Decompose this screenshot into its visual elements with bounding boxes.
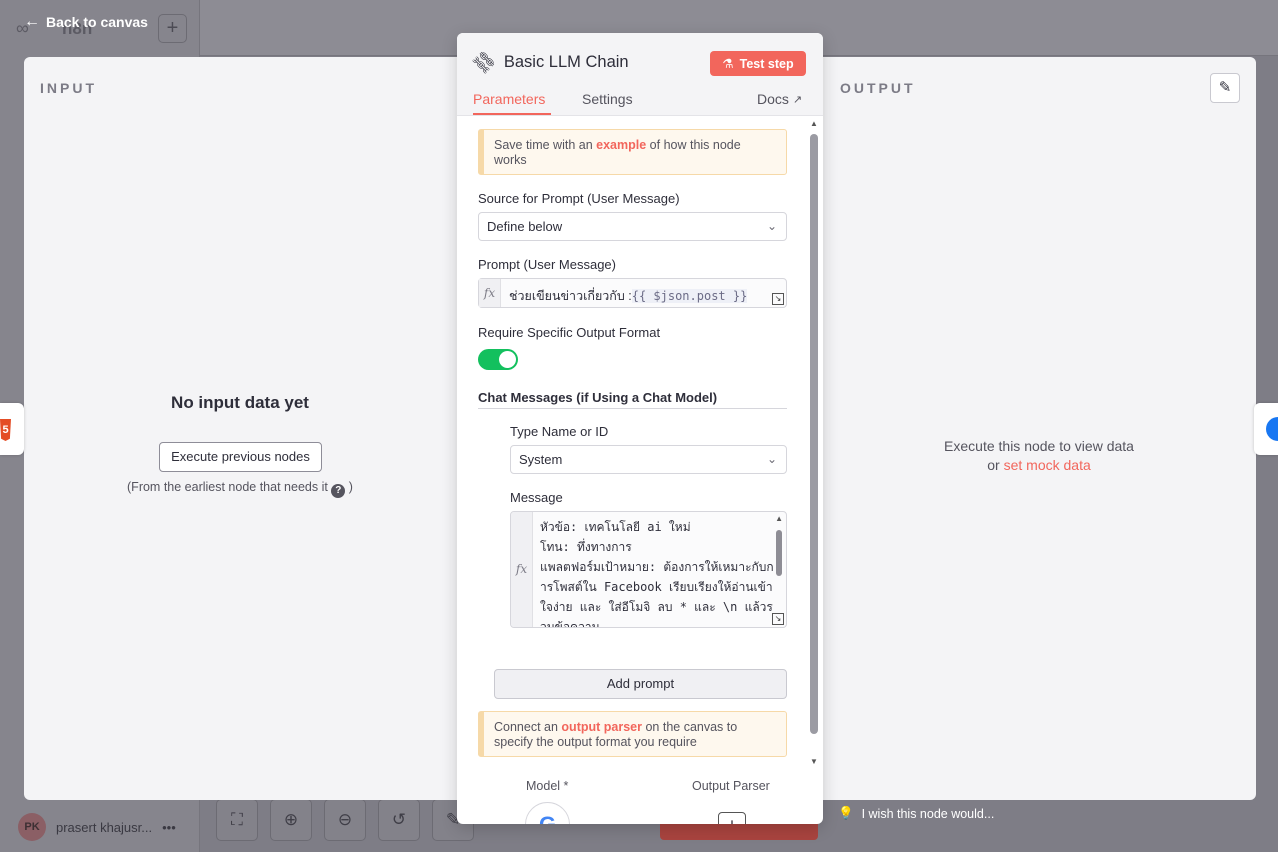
tab-settings[interactable]: Settings	[582, 91, 633, 107]
source-prompt-value: Define below	[487, 219, 563, 234]
edit-output-button[interactable]: ✎	[1210, 73, 1240, 103]
input-pane-title: INPUT	[40, 80, 97, 96]
earliest-node-hint: (From the earliest node that needs it ? …	[24, 480, 456, 498]
panel-scrollbar[interactable]	[810, 134, 818, 734]
prompt-expression-code: {{ $json.post }}	[631, 289, 748, 303]
test-step-button[interactable]: ⚗ Test step	[710, 51, 806, 76]
notice-text-before: Save time with an	[494, 138, 593, 152]
chevron-down-icon: ⌄	[766, 219, 777, 233]
user-name: prasert khajusr...	[56, 819, 153, 835]
node-title-text[interactable]: Basic LLM Chain	[504, 53, 629, 72]
scroll-down-arrow-icon[interactable]: ▼	[809, 757, 819, 766]
node-parameters-panel: ⛓ Basic LLM Chain ⚗ Test step Parameters…	[457, 33, 823, 824]
feedback-link[interactable]: 💡 I wish this node would...	[838, 806, 994, 821]
fx-icon: fx	[511, 512, 533, 627]
earliest-node-hint-text: (From the earliest node that needs it	[127, 480, 328, 494]
facebook-node-icon	[1266, 417, 1278, 441]
tab-parameters[interactable]: Parameters	[473, 91, 545, 107]
prompt-label: Prompt (User Message)	[478, 257, 616, 272]
message-label: Message	[510, 490, 563, 505]
output-hint-line2: or set mock data	[839, 456, 1239, 475]
lightbulb-icon: 💡	[838, 806, 854, 820]
message-scrollbar[interactable]	[776, 530, 782, 576]
avatar: PK	[18, 813, 46, 841]
toggle-knob	[499, 351, 516, 368]
source-prompt-label: Source for Prompt (User Message)	[478, 191, 680, 206]
output-parser-connection-label: Output Parser	[692, 779, 770, 793]
notice-text-before: Connect an	[494, 720, 558, 734]
panel-header: ⛓ Basic LLM Chain ⚗ Test step Parameters…	[457, 33, 823, 116]
node-title: ⛓ Basic LLM Chain	[469, 47, 629, 77]
add-workflow-button: +	[158, 14, 187, 43]
set-mock-data-link[interactable]: set mock data	[1004, 457, 1091, 473]
output-hint-or: or	[987, 457, 1000, 473]
fx-icon: fx	[479, 279, 501, 307]
output-empty-hint: Execute this node to view data or set mo…	[839, 437, 1239, 475]
active-tab-underline	[473, 113, 551, 115]
help-icon[interactable]: ?	[331, 484, 346, 498]
tab-docs[interactable]: Docs ↗	[757, 91, 802, 107]
zoom-out-icon: ⊖	[324, 799, 366, 841]
output-hint-line: Execute this node to view data	[944, 438, 1134, 454]
type-name-value: System	[519, 452, 563, 467]
chain-link-icon: ⛓	[468, 46, 500, 78]
back-to-canvas-link[interactable]: ← Back to canvas	[24, 13, 148, 31]
chat-messages-label: Chat Messages (if Using a Chat Model)	[478, 390, 718, 405]
google-icon: G	[539, 812, 556, 824]
scroll-up-arrow-icon[interactable]: ▲	[809, 119, 819, 128]
back-to-canvas-label: Back to canvas	[46, 14, 148, 30]
output-pane-title: OUTPUT	[840, 80, 916, 96]
fit-view-icon: ⛶	[216, 799, 258, 841]
previous-node-tab[interactable]: 5	[0, 403, 24, 455]
expand-editor-icon[interactable]: ↘	[772, 293, 784, 305]
user-menu-dots: •••	[162, 819, 176, 835]
type-name-label: Type Name or ID	[510, 424, 609, 439]
add-output-parser-button[interactable]: +	[718, 812, 746, 824]
feedback-label: I wish this node would...	[861, 806, 995, 821]
user-menu: PK prasert khajusr... •••	[18, 813, 176, 841]
example-notice: Save time with an example of how this no…	[478, 129, 787, 175]
message-expression-input[interactable]: fx หัวข้อ: เทคโนโลยี ai ใหม่ โทน: ทึ่งทา…	[510, 511, 787, 628]
type-name-select[interactable]: System ⌄	[510, 445, 787, 474]
docs-label: Docs	[757, 91, 789, 107]
google-model-node[interactable]: G	[525, 802, 570, 824]
model-connection-label: Model *	[526, 779, 569, 793]
flask-icon: ⚗	[722, 57, 734, 71]
add-prompt-button[interactable]: Add prompt	[494, 669, 787, 699]
source-prompt-select[interactable]: Define below ⌄	[478, 212, 787, 241]
no-input-title: No input data yet	[171, 393, 309, 412]
message-text: หัวข้อ: เทคโนโลยี ai ใหม่ โทน: ทึ่งทางกา…	[540, 520, 774, 628]
external-link-icon: ↗	[792, 93, 803, 106]
earliest-node-hint-close: )	[348, 480, 353, 494]
test-step-label: Test step	[739, 56, 794, 71]
expand-editor-icon[interactable]: ↘	[772, 613, 784, 625]
zoom-in-icon: ⊕	[270, 799, 312, 841]
next-node-tab[interactable]	[1254, 403, 1278, 455]
prompt-text: ช่วยเขียนข่าวเกี่ยวกับ :	[509, 289, 632, 303]
pencil-icon: ✎	[1218, 79, 1232, 96]
execute-previous-nodes-button[interactable]: Execute previous nodes	[159, 442, 322, 472]
undo-icon: ↺	[378, 799, 420, 841]
message-scroll-up-icon[interactable]: ▲	[775, 514, 783, 523]
prompt-expression-input[interactable]: fx ช่วยเขียนข่าวเกี่ยวกับ :{{ $json.post…	[478, 278, 787, 308]
html-node-icon: 5	[0, 419, 11, 441]
example-link[interactable]: example	[596, 138, 646, 152]
require-format-label: Require Specific Output Format	[478, 325, 661, 340]
canvas-toolbar: ⛶ ⊕ ⊖ ↺ ✎	[216, 799, 474, 841]
section-divider	[478, 408, 787, 409]
output-parser-link[interactable]: output parser	[561, 720, 642, 734]
prompt-expression-text: ช่วยเขียนข่าวเกี่ยวกับ :{{ $json.post }}	[509, 286, 748, 306]
require-format-toggle[interactable]	[478, 349, 518, 370]
chevron-down-icon: ⌄	[766, 452, 777, 466]
output-parser-notice: Connect an output parser on the canvas t…	[478, 711, 787, 757]
arrow-left-icon: ←	[24, 13, 40, 30]
